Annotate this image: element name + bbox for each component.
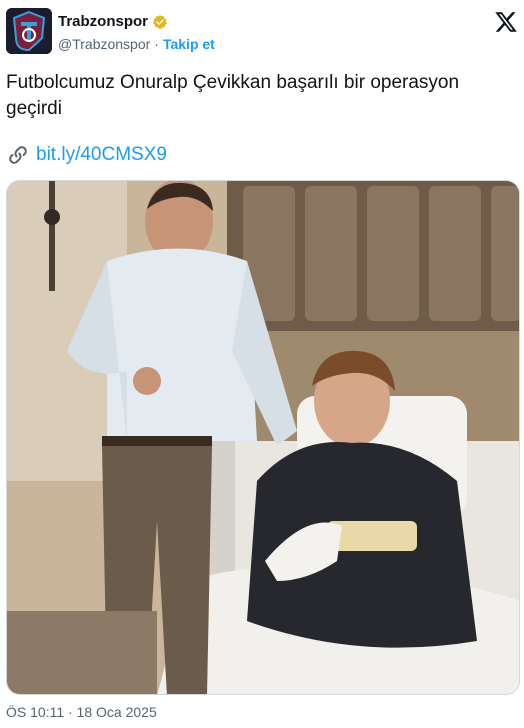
profile-avatar[interactable] bbox=[6, 8, 52, 54]
tweet-link[interactable]: bit.ly/40CMSX9 bbox=[6, 143, 167, 167]
tweet-photo[interactable] bbox=[6, 180, 520, 695]
account-name-row: Trabzonspor bbox=[58, 13, 168, 30]
x-logo-icon[interactable] bbox=[494, 10, 518, 34]
link-text[interactable]: bit.ly/40CMSX9 bbox=[36, 144, 167, 166]
account-handle[interactable]: @Trabzonspor bbox=[58, 36, 150, 52]
separator-dot: · bbox=[154, 36, 159, 52]
follow-button[interactable]: Takip et bbox=[163, 36, 215, 52]
tweet-card: Trabzonspor @Trabzonspor · Takip et Futb… bbox=[0, 0, 524, 728]
hospital-photo bbox=[7, 181, 519, 694]
tweet-timestamp[interactable]: ÖS 10:11 · 18 Oca 2025 bbox=[6, 704, 157, 720]
handle-row: @Trabzonspor · Takip et bbox=[58, 36, 215, 52]
verified-badge-icon bbox=[153, 14, 167, 29]
account-name[interactable]: Trabzonspor bbox=[58, 13, 148, 30]
tweet-text: Futbolcumuz Onuralp Çevikkan başarılı bi… bbox=[6, 72, 460, 119]
link-icon bbox=[9, 146, 27, 164]
